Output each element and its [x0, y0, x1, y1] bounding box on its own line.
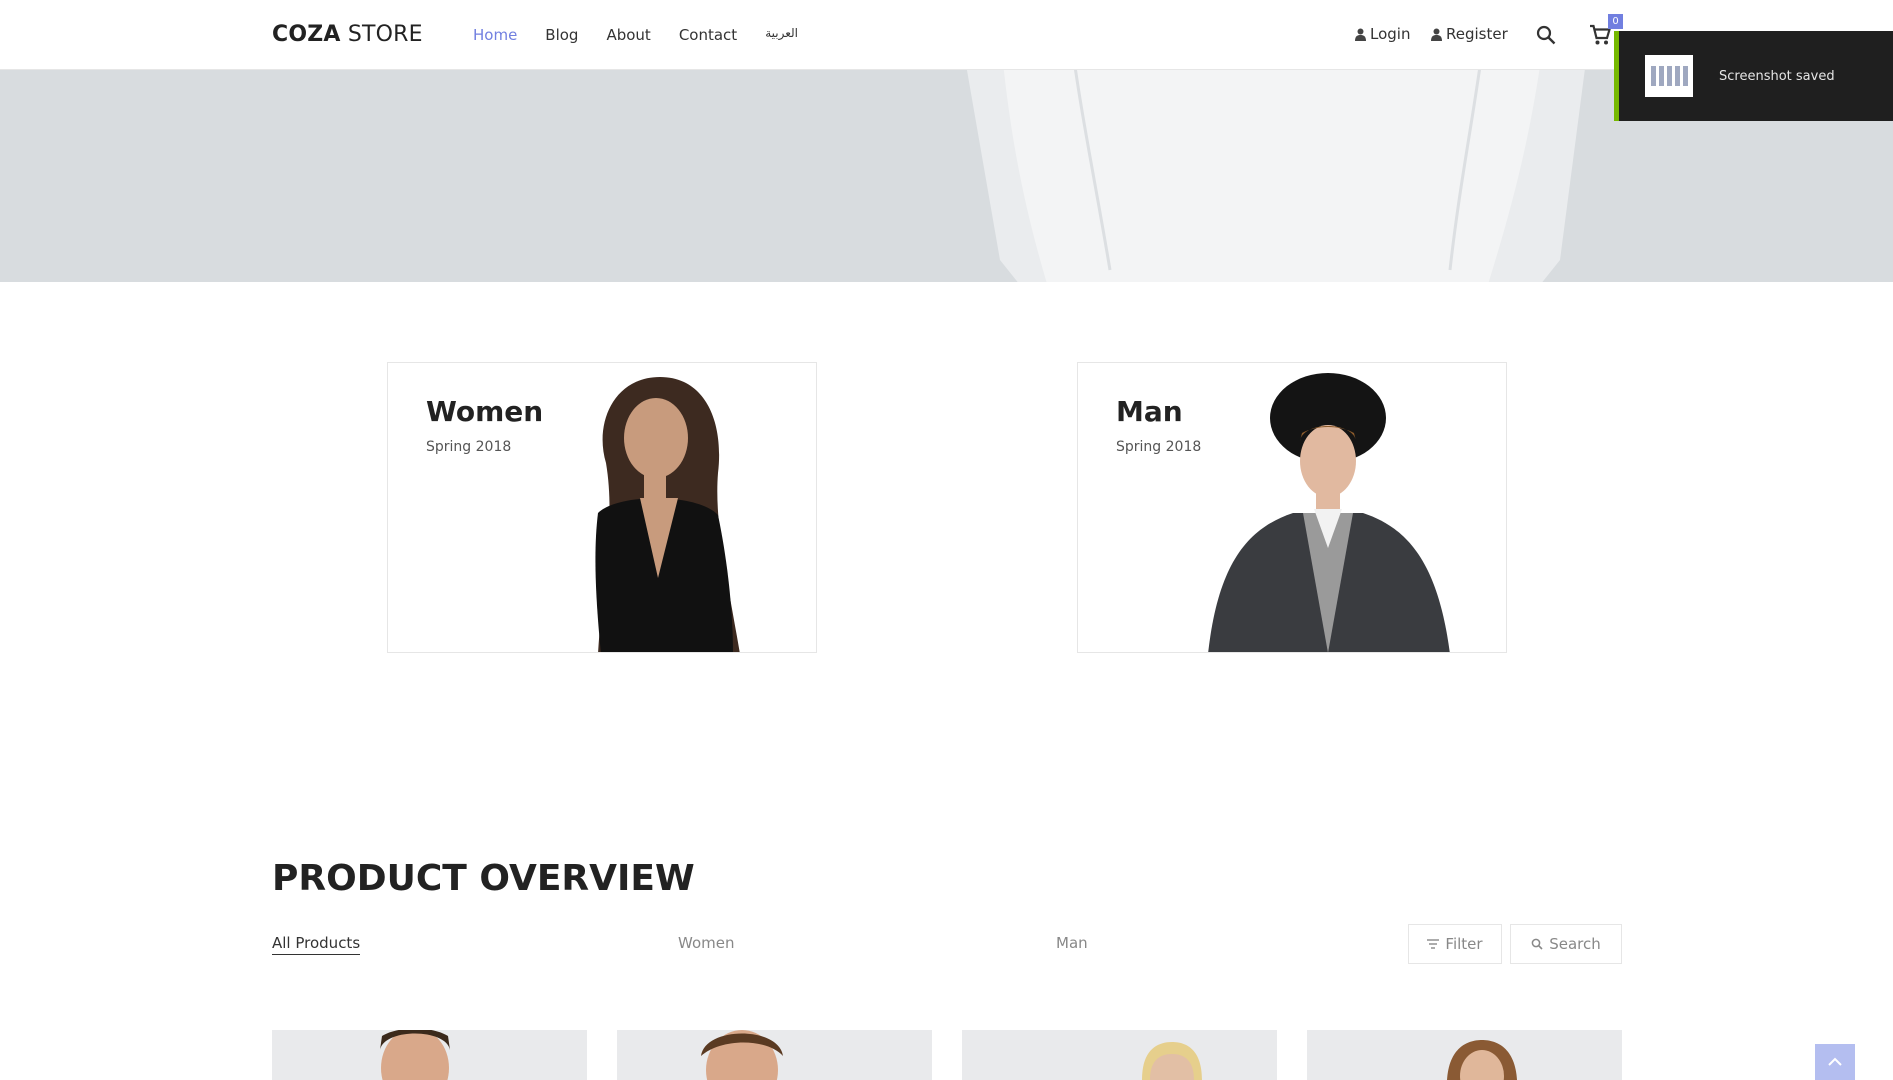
- filter-icon: [1427, 939, 1440, 949]
- filter-all-products[interactable]: All Products: [272, 934, 361, 955]
- product-image: [1447, 1040, 1517, 1080]
- screenshot-thumbnail: [1645, 55, 1693, 97]
- search-icon: [1536, 25, 1556, 45]
- cart-button[interactable]: 0: [1587, 14, 1623, 48]
- login-label: Login: [1370, 25, 1411, 43]
- filter-button-label: Filter: [1445, 935, 1483, 953]
- search-toggle-button[interactable]: Search: [1510, 924, 1622, 964]
- category-title-women: Women: [426, 395, 544, 428]
- product-image: [380, 1030, 450, 1080]
- category-card-women[interactable]: Women Spring 2018: [387, 362, 817, 653]
- hero-sweater-image: [966, 70, 1585, 282]
- nav-home[interactable]: Home: [473, 26, 517, 44]
- login-link[interactable]: Login: [1355, 25, 1410, 43]
- toast-message: Screenshot saved: [1719, 68, 1835, 84]
- filter-man[interactable]: Man: [1056, 934, 1088, 952]
- search-button-label: Search: [1549, 935, 1601, 953]
- category-card-man[interactable]: Man Spring 2018: [1077, 362, 1507, 653]
- filter-women[interactable]: Women: [678, 934, 734, 952]
- category-subtitle-man: Spring 2018: [1116, 439, 1202, 455]
- chevron-up-icon: [1828, 1057, 1842, 1066]
- user-icon: [1431, 28, 1442, 41]
- nav-contact[interactable]: Contact: [679, 26, 737, 44]
- category-subtitle-women: Spring 2018: [426, 439, 512, 455]
- nav-arabic[interactable]: العربية: [765, 26, 798, 44]
- main-nav: Home Blog About Contact العربية: [473, 26, 798, 44]
- product-card[interactable]: [272, 1030, 587, 1080]
- site-logo[interactable]: COZA STORE: [272, 22, 423, 47]
- search-icon: [1531, 938, 1543, 950]
- back-to-top-button[interactable]: [1815, 1044, 1855, 1080]
- nav-blog[interactable]: Blog: [545, 26, 578, 44]
- category-title-man: Man: [1116, 395, 1183, 428]
- nav-about[interactable]: About: [606, 26, 650, 44]
- hero-banner: [0, 70, 1893, 282]
- register-link[interactable]: Register: [1431, 25, 1508, 43]
- product-card[interactable]: [617, 1030, 932, 1080]
- site-header: COZA STORE Home Blog About Contact العرب…: [0, 0, 1893, 70]
- cart-count-badge: 0: [1608, 14, 1623, 29]
- register-label: Register: [1446, 25, 1508, 43]
- product-image: [701, 1030, 783, 1080]
- search-button[interactable]: [1533, 22, 1559, 48]
- screenshot-toast[interactable]: Screenshot saved: [1614, 31, 1893, 121]
- product-card[interactable]: [962, 1030, 1277, 1080]
- section-title: PRODUCT OVERVIEW: [272, 858, 695, 899]
- filter-button[interactable]: Filter: [1408, 924, 1502, 964]
- user-icon: [1355, 28, 1366, 41]
- product-image: [1142, 1042, 1202, 1080]
- product-card[interactable]: [1307, 1030, 1622, 1080]
